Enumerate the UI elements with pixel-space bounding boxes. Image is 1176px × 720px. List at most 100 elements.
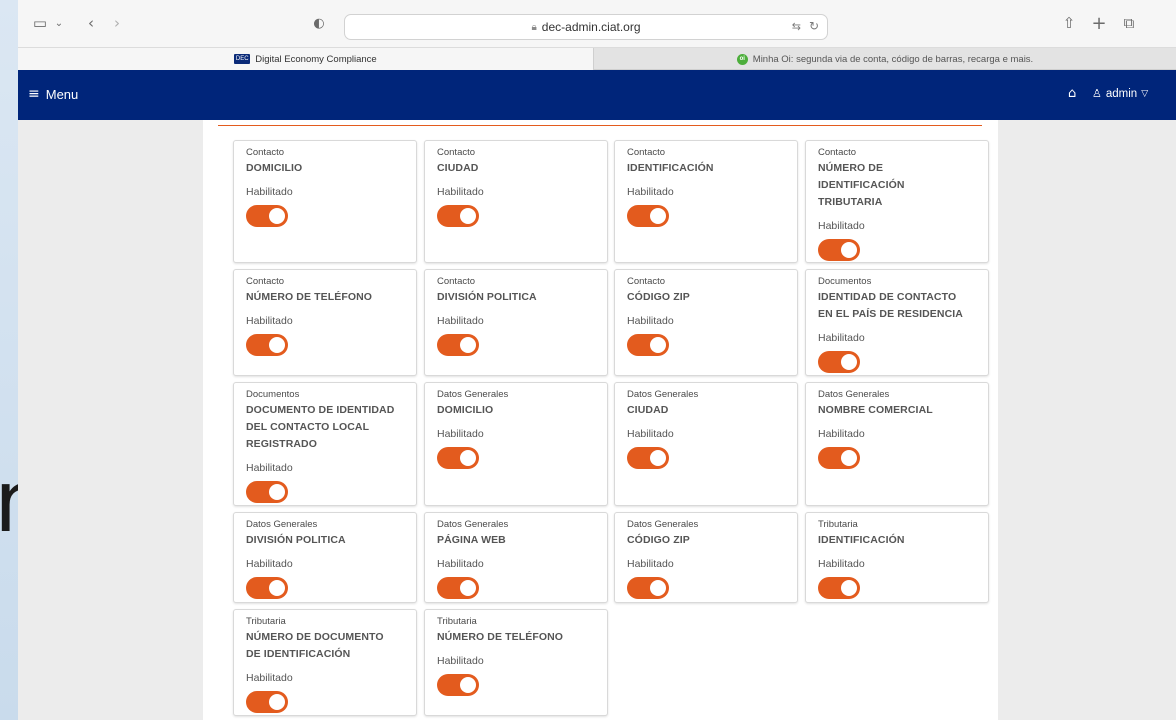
enabled-toggle[interactable] xyxy=(246,691,288,713)
menu-button[interactable]: ≡ Menu xyxy=(28,86,78,102)
dec-favicon-icon: DEC xyxy=(234,54,251,64)
user-menu[interactable]: ♙ admin ▽ xyxy=(1092,87,1148,100)
menu-label: Menu xyxy=(45,86,79,102)
field-title: NÚMERO DE IDENTIFICACIÓN TRIBUTARIA xyxy=(818,162,905,208)
field-card: Datos Generales CÓDIGO ZIP Habilitado xyxy=(614,512,798,603)
chevron-down-icon[interactable]: ⌄ xyxy=(52,12,66,34)
user-name: admin xyxy=(1105,87,1138,100)
field-status-label: Habilitado xyxy=(246,462,293,474)
field-card: Datos Generales NOMBRE COMERCIAL Habilitad… xyxy=(805,382,989,506)
field-status-label: Habilitado xyxy=(246,186,293,198)
app-navbar: ≡ Menu ⌂ ♙ admin ▽ xyxy=(18,70,1176,120)
field-category: Contacto xyxy=(627,276,666,287)
privacy-shield-icon[interactable]: ◐ xyxy=(310,12,328,34)
field-card: Tributaria IDENTIFICACIÓN Habilitado xyxy=(805,512,989,603)
enabled-toggle[interactable] xyxy=(627,205,669,227)
field-card: Tributaria NÚMERO DE DOCUMENTO DE IDENTIFI… xyxy=(233,609,417,716)
enabled-toggle[interactable] xyxy=(437,205,479,227)
new-tab-icon[interactable]: + xyxy=(1090,12,1108,34)
home-icon[interactable]: ⌂ xyxy=(1068,86,1076,101)
address-bar[interactable]: 🔒︎ dec-admin.ciat.org ⇆ ↻ xyxy=(344,14,828,40)
field-category: Contacto xyxy=(437,147,476,158)
field-card: Tributaria NÚMERO DE TELÉFONO Habilitado xyxy=(424,609,608,716)
field-category: Datos Generales xyxy=(437,519,509,530)
enabled-toggle[interactable] xyxy=(627,577,669,599)
field-title: IDENTIFICACIÓN xyxy=(627,162,714,174)
field-status-label: Habilitado xyxy=(437,315,484,327)
field-status-label: Habilitado xyxy=(437,655,484,667)
field-title: NÚMERO DE DOCUMENTO DE IDENTIFICACIÓN xyxy=(246,631,384,660)
field-card: Datos Generales DOMICILIO Habilitado xyxy=(424,382,608,506)
enabled-toggle[interactable] xyxy=(246,481,288,503)
field-category: Documentos xyxy=(818,276,872,287)
enabled-toggle[interactable] xyxy=(627,334,669,356)
enabled-toggle[interactable] xyxy=(437,447,479,469)
url-text: dec-admin.ciat.org xyxy=(541,20,641,34)
field-status-label: Habilitado xyxy=(818,428,865,440)
field-title: NÚMERO DE TELÉFONO xyxy=(246,291,373,303)
field-card: Contacto CIUDAD Habilitado xyxy=(424,140,608,263)
toggle-knob xyxy=(841,450,857,466)
enabled-toggle[interactable] xyxy=(437,334,479,356)
user-icon: ♙ xyxy=(1092,87,1102,100)
enabled-toggle[interactable] xyxy=(246,334,288,356)
toggle-knob xyxy=(841,580,857,596)
field-status-label: Habilitado xyxy=(818,332,865,344)
field-status-label: Habilitado xyxy=(627,558,674,570)
enabled-toggle[interactable] xyxy=(246,205,288,227)
tab-digital-economy-compliance[interactable]: DEC Digital Economy Compliance xyxy=(18,48,593,70)
toggle-knob xyxy=(650,580,666,596)
tab-label: Minha Oi: segunda via de conta, código d… xyxy=(752,53,1034,65)
field-category: Contacto xyxy=(246,276,285,287)
field-title: PÁGINA WEB xyxy=(437,534,506,546)
back-icon[interactable]: ‹ xyxy=(84,12,98,34)
toggle-knob xyxy=(269,694,285,710)
browser-toolbar: ▭ ⌄ ‹ › ◐ 🔒︎ dec-admin.ciat.org ⇆ ↻ ⇧ + … xyxy=(18,0,1176,48)
field-card: Contacto NÚMERO DE IDENTIFICACIÓN TRIBUTARI… xyxy=(805,140,989,263)
field-category: Datos Generales xyxy=(818,389,890,400)
tab-overview-icon[interactable]: ⧉ xyxy=(1120,12,1138,34)
translate-icon[interactable]: ⇆ xyxy=(792,20,801,33)
field-card: Documentos DOCUMENTO DE IDENTIDAD DEL CONT… xyxy=(233,382,417,506)
toggle-knob xyxy=(269,337,285,353)
field-status-label: Habilitado xyxy=(627,315,674,327)
field-category: Datos Generales xyxy=(437,389,509,400)
field-category: Contacto xyxy=(818,147,857,158)
field-card: Contacto DOMICILIO Habilitado xyxy=(233,140,417,263)
field-card: Contacto IDENTIFICACIÓN Habilitado xyxy=(614,140,798,263)
enabled-toggle[interactable] xyxy=(818,577,860,599)
toggle-knob xyxy=(460,450,476,466)
field-card: Contacto NÚMERO DE TELÉFONO Habilitado xyxy=(233,269,417,376)
enabled-toggle[interactable] xyxy=(246,577,288,599)
toggle-knob xyxy=(460,580,476,596)
settings-panel: Contacto DOMICILIO Habilitado Contacto CIUDA… xyxy=(203,120,998,720)
field-status-label: Habilitado xyxy=(437,186,484,198)
field-title: DOCUMENTO DE IDENTIDAD DEL CONTACTO LOCAL… xyxy=(246,404,395,450)
field-status-label: Habilitado xyxy=(818,558,865,570)
enabled-toggle[interactable] xyxy=(627,447,669,469)
enabled-toggle[interactable] xyxy=(437,577,479,599)
tab-bar: DEC Digital Economy Compliance oi Minha … xyxy=(18,48,1176,70)
field-title: DOMICILIO xyxy=(437,404,494,416)
page-content: Contacto DOMICILIO Habilitado Contacto CIUDA… xyxy=(18,120,1176,720)
field-title: DOMICILIO xyxy=(246,162,303,174)
enabled-toggle[interactable] xyxy=(818,351,860,373)
field-title: CÓDIGO ZIP xyxy=(627,291,690,303)
sidebar-toggle-icon[interactable]: ▭ xyxy=(30,12,50,34)
reload-icon[interactable]: ↻ xyxy=(809,19,819,33)
toggle-knob xyxy=(269,208,285,224)
field-category: Datos Generales xyxy=(246,519,318,530)
field-status-label: Habilitado xyxy=(627,186,674,198)
enabled-toggle[interactable] xyxy=(437,674,479,696)
field-title: DIVISIÓN POLITICA xyxy=(246,534,346,546)
toggle-knob xyxy=(460,337,476,353)
share-icon[interactable]: ⇧ xyxy=(1060,12,1078,34)
enabled-toggle[interactable] xyxy=(818,239,860,261)
toggle-knob xyxy=(460,208,476,224)
field-card: Datos Generales DIVISIÓN POLITICA Habilita… xyxy=(233,512,417,603)
forward-icon[interactable]: › xyxy=(110,12,124,34)
toggle-knob xyxy=(650,208,666,224)
field-category: Tributaria xyxy=(818,519,858,530)
enabled-toggle[interactable] xyxy=(818,447,860,469)
tab-minha-oi[interactable]: oi Minha Oi: segunda via de conta, códig… xyxy=(593,48,1176,70)
